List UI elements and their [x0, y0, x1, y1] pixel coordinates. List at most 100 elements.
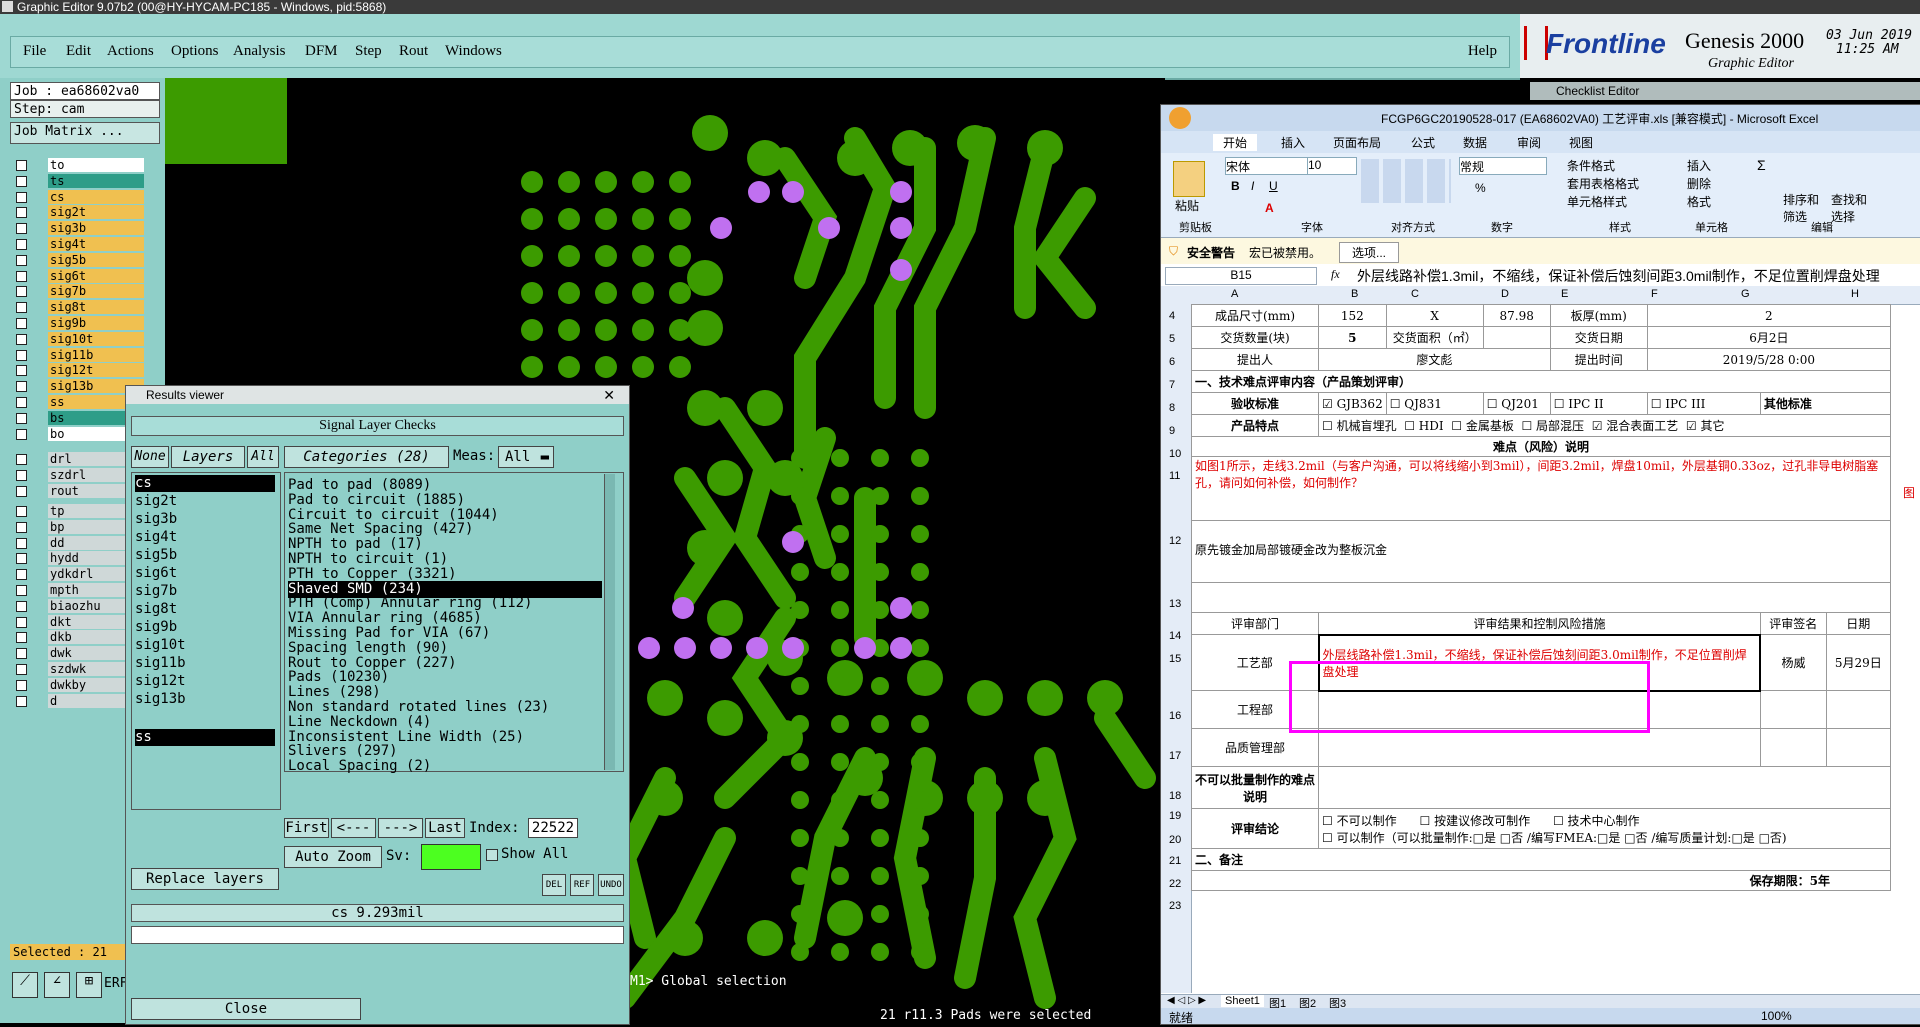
row-header[interactable]: 4: [1169, 310, 1175, 322]
layer-checkbox[interactable]: [16, 553, 27, 565]
cell-g16[interactable]: [1759, 690, 1827, 729]
meas-select[interactable]: All ▬: [498, 446, 554, 468]
tab-formulas[interactable]: 公式: [1411, 134, 1435, 151]
all-button[interactable]: All: [247, 446, 279, 468]
layer-checkbox[interactable]: [16, 349, 27, 361]
layer-row-szdwk[interactable]: szdwk: [14, 662, 144, 676]
auto-zoom-select[interactable]: Auto Zoom: [284, 846, 382, 868]
cell-f4[interactable]: 2: [1646, 304, 1892, 327]
row-header[interactable]: 8: [1169, 402, 1175, 414]
cell-e8[interactable]: ☐ IPC II: [1549, 392, 1648, 415]
cell-b8[interactable]: ☑ GJB362: [1318, 392, 1387, 415]
layer-row-ydkdrl[interactable]: ydkdrl: [14, 567, 144, 582]
column-header[interactable]: H: [1851, 288, 1859, 300]
column-header[interactable]: A: [1231, 288, 1238, 300]
cell-b9[interactable]: ☐ 机械盲埋孔 ☐ HDI ☐ 金属基板 ☐ 局部混压 ☑ 混合表面工艺 ☑ 其…: [1318, 414, 1891, 437]
none-button[interactable]: None: [131, 446, 169, 468]
layer-row-sig4t[interactable]: sig4t: [14, 237, 144, 251]
layer-row-sig3b[interactable]: sig3b: [14, 221, 144, 236]
column-header[interactable]: E: [1561, 288, 1568, 300]
category-scrollbar[interactable]: [604, 474, 615, 770]
layer-row-sig2t[interactable]: sig2t: [14, 205, 144, 220]
close-button[interactable]: Close: [131, 998, 361, 1020]
cell-f5[interactable]: 6月2日: [1646, 326, 1892, 349]
layer-row-sig8t[interactable]: sig8t: [14, 300, 144, 315]
layer-results-list[interactable]: cs sig2t sig3b sig4t sig5b sig6t sig7b sig8t sig…: [131, 472, 281, 810]
cell-a14[interactable]: 评审部门: [1191, 612, 1319, 635]
risk-description[interactable]: 如图1所示，走线3.2mil（与客户沟通，可以将线缩小到3mil），间距3.2m…: [1191, 456, 1891, 521]
del-button[interactable]: DEL: [542, 874, 566, 896]
section-2-title[interactable]: 二、备注: [1191, 848, 1891, 871]
layer-row-rout[interactable]: rout: [14, 483, 144, 498]
index-input[interactable]: 22522: [528, 818, 578, 838]
layer-checkbox[interactable]: [16, 679, 27, 691]
security-options-button[interactable]: 选项...: [1339, 242, 1400, 263]
retention-period[interactable]: 保存期限：5年: [1191, 870, 1891, 891]
layer-checkbox[interactable]: [16, 381, 27, 393]
cell-c8[interactable]: ☐ QJ831: [1385, 392, 1484, 415]
layer-row-bo[interactable]: bo: [14, 426, 144, 441]
row-header[interactable]: 16: [1169, 710, 1181, 722]
layer-row-to[interactable]: to: [14, 158, 144, 172]
layer-row-dwk[interactable]: dwk: [14, 646, 144, 661]
last-button[interactable]: Last: [425, 818, 465, 838]
tab-review[interactable]: 审阅: [1517, 134, 1541, 151]
menu-rout[interactable]: Rout: [399, 43, 428, 60]
layer-row-sig13b[interactable]: sig13b: [14, 379, 144, 394]
layer-checkbox[interactable]: [16, 485, 27, 497]
cell-b14[interactable]: 评审结果和控制风险措施: [1318, 612, 1761, 635]
layer-row-ts[interactable]: ts: [14, 173, 144, 188]
cell-b4[interactable]: 152: [1318, 304, 1387, 327]
layer-row-dwkby[interactable]: dwkby: [14, 677, 144, 692]
cell-b6[interactable]: 廖文彪: [1318, 348, 1551, 371]
layer-result-item[interactable]: sig7b: [135, 583, 275, 600]
categories-header[interactable]: Categories (28): [284, 446, 449, 468]
layer-checkbox[interactable]: [16, 160, 27, 171]
cell-c5[interactable]: 交货面积（㎡）: [1385, 326, 1484, 349]
sheet-grid[interactable]: 成品尺寸(mm) 152 X 87.98 板厚(mm) 2 交货数量(块) 5 …: [1191, 304, 1920, 993]
cell-h17[interactable]: [1825, 728, 1892, 767]
layer-checkbox[interactable]: [16, 569, 27, 581]
layer-checkbox[interactable]: [16, 254, 27, 266]
cell-a17[interactable]: 品质管理部: [1191, 728, 1319, 767]
layer-checkbox[interactable]: [16, 302, 27, 314]
row-header[interactable]: 11: [1169, 470, 1180, 482]
layer-checkbox[interactable]: [16, 318, 27, 329]
tab-data[interactable]: 数据: [1463, 134, 1487, 151]
menu-actions[interactable]: Actions: [107, 43, 154, 60]
find-select-button[interactable]: 查找和选择: [1831, 191, 1871, 225]
menu-file[interactable]: File: [23, 43, 46, 60]
layer-checkbox[interactable]: [16, 333, 27, 345]
layer-result-item[interactable]: sig12t: [135, 673, 275, 690]
cell-a20[interactable]: 评审结论: [1191, 808, 1319, 849]
cell-b5[interactable]: 5: [1318, 326, 1387, 349]
zoom-level[interactable]: 100%: [1761, 1009, 1792, 1023]
layer-checkbox[interactable]: [16, 454, 27, 465]
layer-row-bs[interactable]: bs: [14, 410, 144, 425]
cell-e5[interactable]: 交货日期: [1549, 326, 1648, 349]
first-button[interactable]: First: [284, 818, 329, 838]
menu-help[interactable]: Help: [1468, 43, 1497, 60]
layer-checkbox[interactable]: [16, 365, 27, 377]
office-button-icon[interactable]: [1169, 107, 1191, 129]
layer-checkbox[interactable]: [16, 412, 27, 424]
percent-icon[interactable]: %: [1475, 181, 1486, 195]
layer-row-cs[interactable]: cs: [14, 189, 144, 204]
layer-checkbox[interactable]: [16, 537, 27, 549]
cell-d8[interactable]: ☐ QJ201: [1482, 392, 1551, 415]
name-box[interactable]: B15: [1165, 267, 1317, 285]
layer-checkbox[interactable]: [16, 428, 27, 440]
layer-result-item[interactable]: sig8t: [135, 601, 275, 618]
autosum-icon[interactable]: Σ: [1757, 157, 1766, 173]
layer-checkbox[interactable]: [16, 286, 27, 298]
insert-cells-button[interactable]: 插入: [1687, 157, 1711, 174]
layer-result-item[interactable]: sig4t: [135, 529, 275, 546]
next-button[interactable]: --->: [378, 818, 423, 838]
cell-d4[interactable]: 87.98: [1482, 304, 1551, 327]
row-header[interactable]: 19: [1169, 810, 1181, 822]
row-header[interactable]: 5: [1169, 333, 1175, 345]
tab-page-layout[interactable]: 页面布局: [1333, 134, 1381, 151]
sv-color-select[interactable]: [421, 844, 481, 870]
column-header[interactable]: G: [1741, 288, 1750, 300]
column-header[interactable]: F: [1651, 288, 1658, 300]
